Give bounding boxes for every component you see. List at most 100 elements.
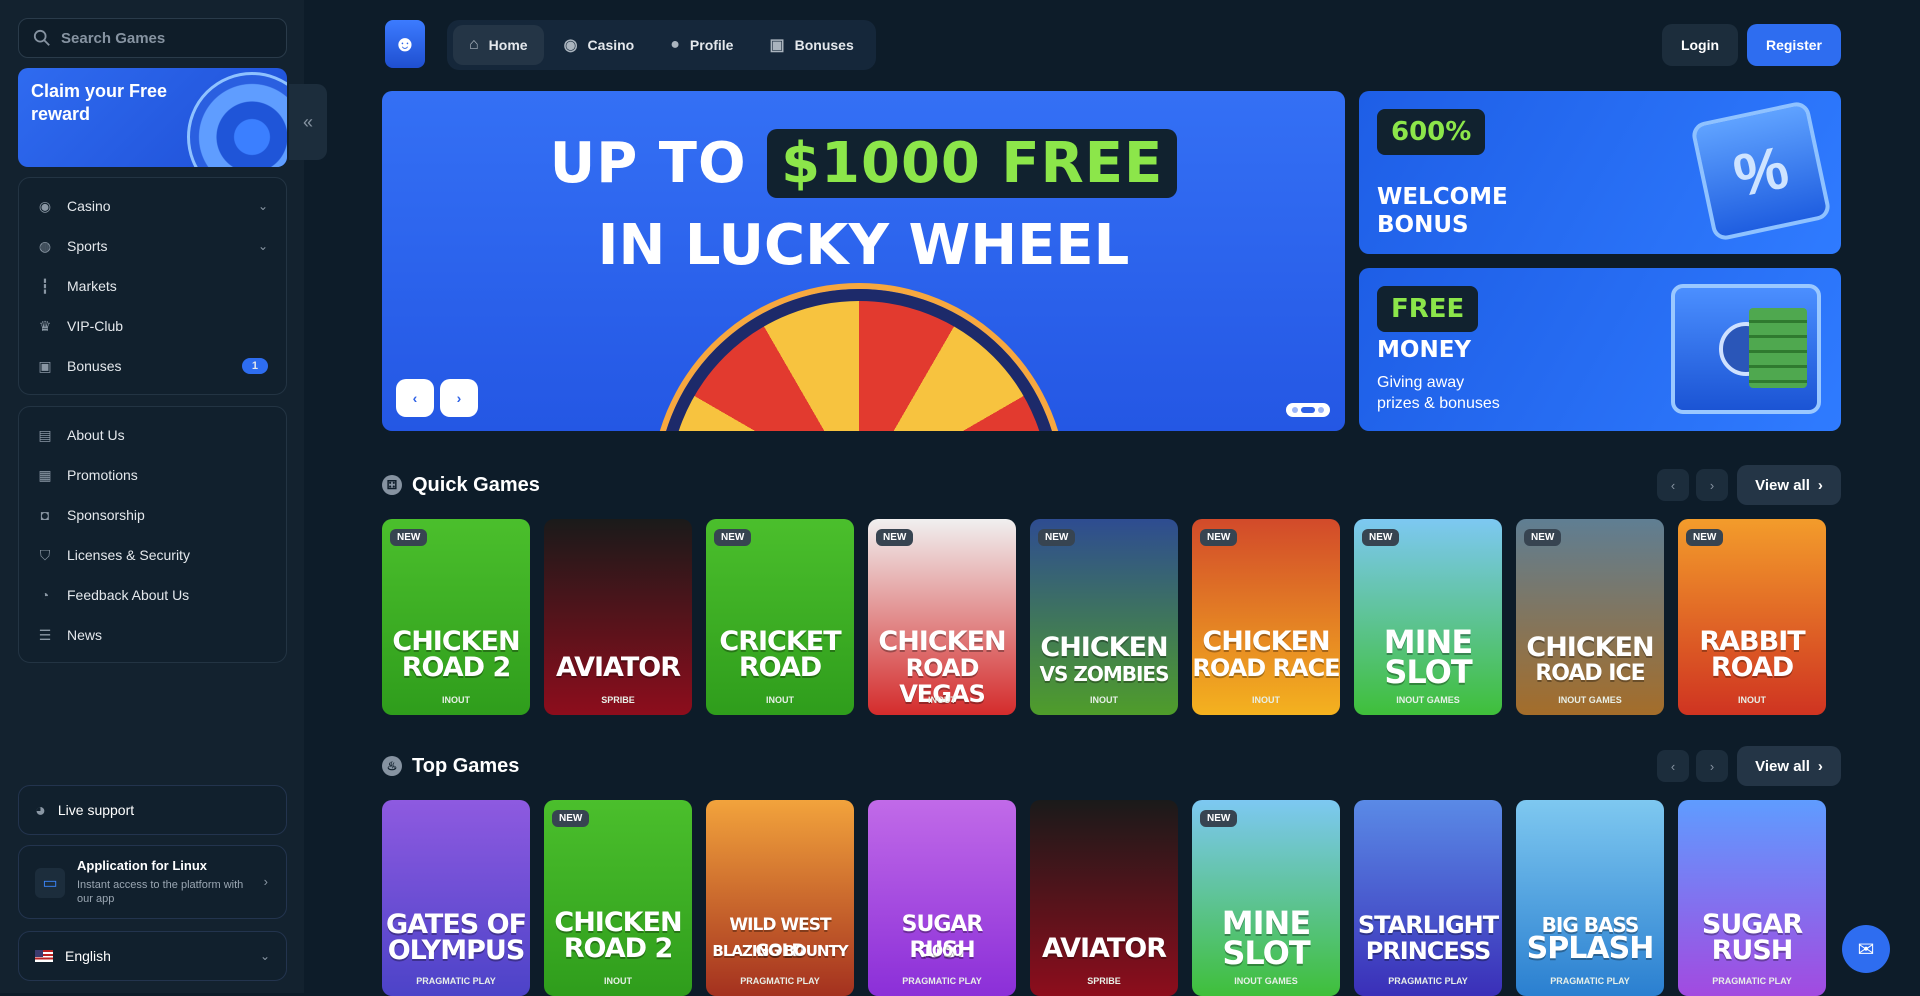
chat-widget-button[interactable]: ✉ bbox=[1842, 925, 1890, 973]
game-title-1: CHICKEN bbox=[1202, 626, 1330, 657]
game-card[interactable]: AVIATOR SPRIBE bbox=[544, 519, 692, 715]
pagination-dot[interactable] bbox=[1318, 407, 1324, 413]
claim-reward-card[interactable]: Claim your Free reward 23: 59: 54 bbox=[18, 68, 287, 167]
pagination-dot[interactable] bbox=[1292, 407, 1298, 413]
game-card[interactable]: NEW CHICKEN ROAD RACE INOUT bbox=[1192, 519, 1340, 715]
top-games-heading: ♨ Top Games bbox=[382, 751, 519, 781]
quick-games-next-button[interactable]: › bbox=[1696, 469, 1728, 501]
collapse-sidebar-button[interactable]: « bbox=[289, 84, 327, 160]
sidebar-item-licenses[interactable]: ⛉ Licenses & Security bbox=[19, 535, 286, 575]
game-title-2: AVIATOR bbox=[1042, 933, 1167, 964]
hero-banner[interactable]: UP TO $1000 FREE IN LUCKY WHEEL ‹ › bbox=[382, 91, 1345, 431]
game-card[interactable]: AVIATOR SPRIBE bbox=[1030, 800, 1178, 996]
game-card[interactable]: NEW CRICKET ROAD INOUT bbox=[706, 519, 854, 715]
register-button[interactable]: Register bbox=[1747, 24, 1841, 66]
chevron-right-icon: › bbox=[1709, 477, 1715, 493]
language-selector[interactable]: English ⌄ bbox=[18, 931, 287, 981]
percent-gift-box-icon: % bbox=[1689, 99, 1833, 243]
dice-icon: ⚃ bbox=[382, 475, 402, 495]
game-card[interactable]: STARLIGHT PRINCESS PRAGMATIC PLAY bbox=[1354, 800, 1502, 996]
quick-games-prev-button[interactable]: ‹ bbox=[1657, 469, 1689, 501]
game-card[interactable]: BIG BASS SPLASH PRAGMATIC PLAY bbox=[1516, 800, 1664, 996]
claim-title: Claim your Free reward bbox=[31, 81, 168, 124]
book-icon: ▤ bbox=[38, 426, 52, 443]
sidebar-item-about-us[interactable]: ▤ About Us bbox=[19, 415, 286, 455]
top-games-row: GATES OF OLYMPUS PRAGMATIC PLAY NEW CHICKEN… bbox=[382, 800, 1826, 996]
gift-icon: ▣ bbox=[38, 357, 52, 374]
sidebar-item-news[interactable]: ☰ News bbox=[19, 615, 286, 655]
game-card[interactable]: SUGAR RUSH PRAGMATIC PLAY bbox=[1678, 800, 1826, 996]
free-money-promo[interactable]: FREE MONEY Giving away prizes & bonuses bbox=[1359, 268, 1841, 431]
game-card[interactable]: NEW RABBIT ROAD INOUT bbox=[1678, 519, 1826, 715]
tab-profile[interactable]: ● Profile bbox=[654, 25, 749, 65]
game-provider: INOUT bbox=[1090, 695, 1118, 705]
game-card[interactable]: SUGAR RUSH 1000 PRAGMATIC PLAY bbox=[868, 800, 1016, 996]
sidebar-item-label: Sponsorship bbox=[67, 507, 145, 523]
live-support-button[interactable]: ◕ Live support bbox=[18, 785, 287, 835]
sidebar-item-sponsorship[interactable]: ◘ Sponsorship bbox=[19, 495, 286, 535]
chat-bubble-icon: ◔ bbox=[40, 587, 50, 603]
login-button[interactable]: Login bbox=[1662, 24, 1738, 66]
banner-pagination[interactable] bbox=[1286, 403, 1330, 417]
sidebar: Search Games Claim your Free reward 23: … bbox=[0, 0, 304, 993]
chevron-down-icon: ⌄ bbox=[257, 239, 268, 253]
sidebar-item-sports[interactable]: ◍ Sports ⌄ bbox=[19, 226, 286, 266]
reward-wheel-icon bbox=[187, 72, 287, 167]
game-card[interactable]: NEW CHICKEN ROAD 2 INOUT bbox=[382, 519, 530, 715]
sidebar-item-promotions[interactable]: ▦ Promotions bbox=[19, 455, 286, 495]
game-title-1: CHICKEN bbox=[1040, 632, 1168, 663]
app-title: Application for Linux bbox=[77, 858, 207, 873]
game-card[interactable]: NEW MINE SLOT INOUT GAMES bbox=[1192, 800, 1340, 996]
headset-chat-icon: ◕ bbox=[35, 799, 46, 820]
sidebar-item-label: Sports bbox=[67, 238, 108, 254]
tab-bonuses[interactable]: ▣ Bonuses bbox=[753, 25, 869, 65]
casino-chip-icon: ◉ bbox=[38, 197, 52, 214]
game-card[interactable]: NEW MINE SLOT INOUT GAMES bbox=[1354, 519, 1502, 715]
sidebar-item-casino[interactable]: ◉ Casino ⌄ bbox=[19, 186, 286, 226]
search-icon bbox=[33, 29, 50, 46]
top-games-view-all[interactable]: View all › bbox=[1737, 746, 1841, 786]
welcome-bonus-promo[interactable]: % 600% WELCOME BONUS bbox=[1359, 91, 1841, 254]
sidebar-item-vip-club[interactable]: ♛ VIP-Club bbox=[19, 306, 286, 346]
quick-games-view-all[interactable]: View all › bbox=[1737, 465, 1841, 505]
tab-label: Bonuses bbox=[794, 37, 854, 53]
game-card[interactable]: NEW CHICKEN ROAD 2 INOUT bbox=[544, 800, 692, 996]
game-provider: INOUT GAMES bbox=[1558, 695, 1622, 705]
sidebar-item-markets[interactable]: ┇ Markets bbox=[19, 266, 286, 306]
banner-prev-button[interactable]: ‹ bbox=[396, 379, 434, 417]
site-logo[interactable]: ☻ bbox=[385, 20, 425, 68]
top-games-next-button[interactable]: › bbox=[1696, 750, 1728, 782]
tab-casino[interactable]: ◉ Casino bbox=[548, 25, 651, 65]
search-input[interactable]: Search Games bbox=[18, 18, 287, 58]
game-title-2: AVIATOR bbox=[556, 652, 681, 683]
game-provider: PRAGMATIC PLAY bbox=[1388, 976, 1468, 986]
tab-home[interactable]: ⌂ Home bbox=[453, 25, 544, 65]
user-icon: ● bbox=[670, 36, 680, 53]
sidebar-item-bonuses[interactable]: ▣ Bonuses 1 bbox=[19, 346, 286, 386]
game-provider: INOUT GAMES bbox=[1234, 976, 1298, 986]
pagination-dot-active[interactable] bbox=[1301, 407, 1315, 413]
game-title-1: STARLIGHT bbox=[1357, 911, 1499, 939]
game-card[interactable]: NEW CHICKEN ROAD VEGAS INOUT bbox=[868, 519, 1016, 715]
promo-title-1: WELCOME bbox=[1377, 184, 1508, 210]
sidebar-item-label: VIP-Club bbox=[67, 318, 124, 334]
game-card[interactable]: GATES OF OLYMPUS PRAGMATIC PLAY bbox=[382, 800, 530, 996]
game-provider: PRAGMATIC PLAY bbox=[902, 976, 982, 986]
game-card[interactable]: NEW CHICKEN VS ZOMBIES INOUT bbox=[1030, 519, 1178, 715]
game-card[interactable]: WILD WEST GOLD BLAZING BOUNTY PRAGMATIC PL… bbox=[706, 800, 854, 996]
new-badge: NEW bbox=[1200, 810, 1238, 827]
game-card[interactable]: NEW CHICKEN ROAD ICE INOUT GAMES bbox=[1516, 519, 1664, 715]
gift-icon: ▣ bbox=[769, 37, 785, 54]
sidebar-item-feedback[interactable]: ◔ Feedback About Us bbox=[19, 575, 286, 615]
app-download-card[interactable]: ▭ Application for Linux Instant access t… bbox=[18, 845, 287, 919]
banner-next-button[interactable]: › bbox=[440, 379, 478, 417]
game-title-2: RUSH bbox=[1711, 935, 1794, 966]
new-badge: NEW bbox=[1524, 529, 1562, 546]
us-flag-icon bbox=[35, 950, 53, 962]
chevron-right-icon: › bbox=[263, 874, 268, 889]
game-title-2: SLOT bbox=[1222, 934, 1310, 972]
info-nav-panel: ▤ About Us ▦ Promotions ◘ Sponsorship ⛉ Lice… bbox=[18, 406, 287, 663]
game-provider: INOUT bbox=[604, 976, 632, 986]
sidebar-item-label: Markets bbox=[67, 278, 117, 294]
top-games-prev-button[interactable]: ‹ bbox=[1657, 750, 1689, 782]
